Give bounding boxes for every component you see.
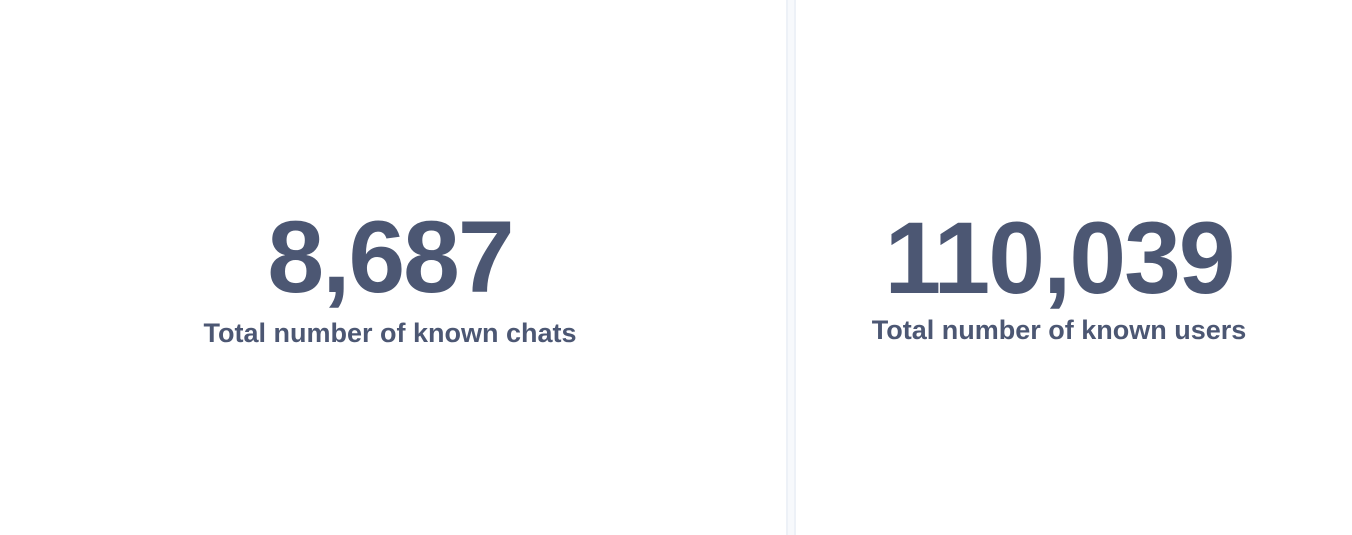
scalar-title[interactable]: Total number of known chats [0,317,783,349]
scalar-value[interactable]: 8,687 [0,206,783,308]
scalar-value[interactable]: 110,039 [781,207,1337,309]
scalar-title[interactable]: Total number of known users [781,314,1337,346]
scalar-content: 8,687 Total number of known chats [0,206,783,349]
dashboard: 8,687 Total number of known chats 110,03… [0,0,1352,535]
scalar-content: 110,039 Total number of known users [781,207,1337,346]
scalar-card-known-users[interactable]: 110,039 Total number of known users [796,0,1352,535]
scalar-card-known-chats[interactable]: 8,687 Total number of known chats [0,0,786,535]
